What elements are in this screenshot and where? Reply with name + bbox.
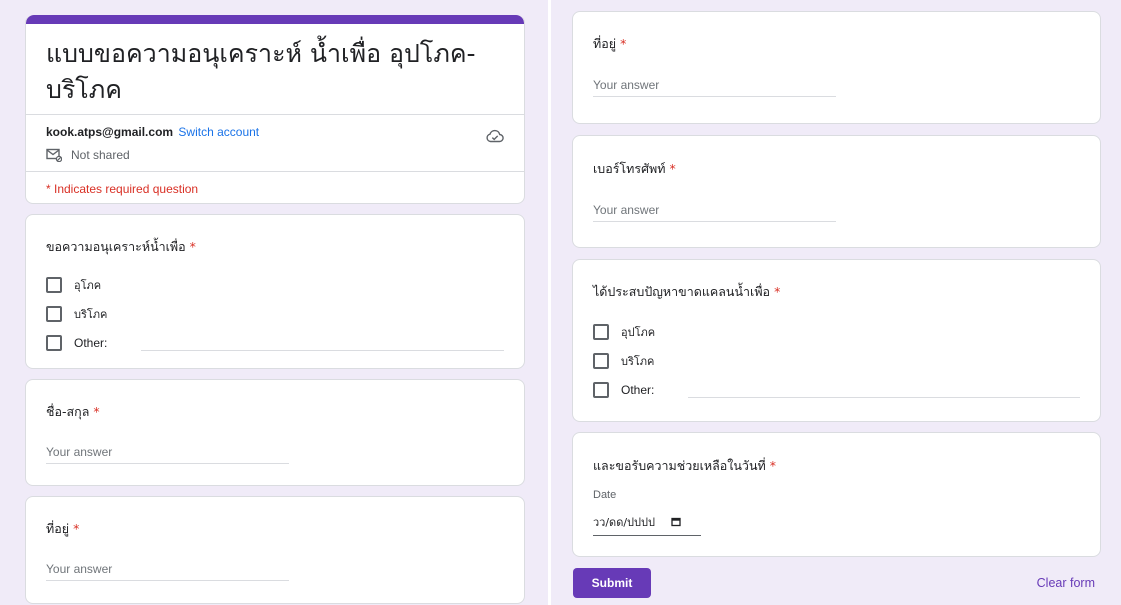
question-card-shortage: ได้ประสบปัญหาขาดแคลนน้ำเพื่อ * อุปโภค บร… [572, 259, 1101, 422]
left-pane: แบบขอความอนุเคราะห์ น้ำเพื่อ อุปโภค-บริโ… [0, 0, 548, 605]
switch-account-link[interactable]: Switch account [178, 125, 259, 139]
account-row: kook.atps@gmail.com Switch account Not s… [26, 115, 524, 171]
address-input[interactable]: Your answer [593, 78, 836, 97]
required-note: * Indicates required question [46, 182, 199, 196]
option-row[interactable]: อุปโภค [593, 317, 1080, 346]
question-label: ที่อยู่ * [46, 521, 80, 536]
form-header-card: แบบขอความอนุเคราะห์ น้ำเพื่อ อุปโภค-บริโ… [25, 15, 525, 204]
option-label: Other: [74, 335, 108, 350]
checkbox[interactable] [593, 323, 609, 340]
accent-bar [26, 15, 524, 24]
option-label: อุปโภค [621, 325, 656, 339]
question-label: ขอความอนุเคราะห์น้ำเพื่อ * [46, 239, 196, 254]
option-row[interactable]: บริโภค [593, 346, 1080, 375]
question-card-address: ที่อยู่ * Your answer [572, 11, 1101, 124]
question-card-phone: เบอร์โทรศัพท์ * Your answer [572, 135, 1101, 248]
option-label: บริโภค [621, 354, 655, 368]
checkbox[interactable] [46, 334, 62, 351]
checkbox[interactable] [593, 352, 609, 369]
question-label: ที่อยู่ * [593, 36, 627, 51]
submit-button[interactable]: Submit [573, 568, 651, 598]
checkbox[interactable] [593, 381, 609, 398]
date-input[interactable]: วว/ดด/ปปปป [593, 513, 701, 536]
option-label: บริโภค [74, 307, 108, 321]
date-sublabel: Date [593, 489, 617, 501]
phone-input[interactable]: Your answer [593, 203, 836, 222]
clear-form-button[interactable]: Clear form [1037, 576, 1095, 590]
option-row-other[interactable]: Other: [46, 328, 504, 357]
not-shared-icon [46, 148, 62, 162]
question-label: ชื่อ-สกุล * [46, 404, 100, 419]
option-label: อุโภค [74, 278, 102, 292]
other-text-input[interactable] [141, 335, 504, 351]
question-card-date: และขอรับความช่วยเหลือในวันที่ * Date วว/… [572, 432, 1101, 557]
cloud-saved-icon [486, 129, 504, 143]
question-label: เบอร์โทรศัพท์ * [593, 161, 676, 176]
question-card-name: ชื่อ-สกุล * Your answer [25, 379, 525, 486]
question-label: ได้ประสบปัญหาขาดแคลนน้ำเพื่อ * [593, 284, 781, 299]
other-text-input[interactable] [688, 382, 1080, 398]
name-input[interactable]: Your answer [46, 445, 289, 464]
date-placeholder: วว/ดด/ปปปป [593, 516, 655, 529]
option-label: Other: [621, 382, 655, 397]
option-row-other[interactable]: Other: [593, 375, 1080, 404]
right-pane: ที่อยู่ * Your answer เบอร์โทรศัพท์ * Yo… [551, 0, 1121, 605]
question-card-address: ที่อยู่ * Your answer [25, 496, 525, 604]
not-shared-label: Not shared [71, 148, 130, 162]
option-row[interactable]: อุโภค [46, 270, 504, 299]
form-title: แบบขอความอนุเคราะห์ น้ำเพื่อ อุปโภค-บริโ… [46, 39, 476, 104]
question-card-purpose: ขอความอนุเคราะห์น้ำเพื่อ * อุโภค บริโภค … [25, 214, 525, 369]
checkbox[interactable] [46, 276, 62, 293]
account-email: kook.atps@gmail.com [46, 125, 174, 139]
question-label: และขอรับความช่วยเหลือในวันที่ * [593, 458, 776, 473]
calendar-icon[interactable] [671, 517, 681, 527]
address-input[interactable]: Your answer [46, 562, 289, 581]
option-row[interactable]: บริโภค [46, 299, 504, 328]
checkbox[interactable] [46, 305, 62, 322]
not-shared-status: Not shared [46, 148, 504, 162]
